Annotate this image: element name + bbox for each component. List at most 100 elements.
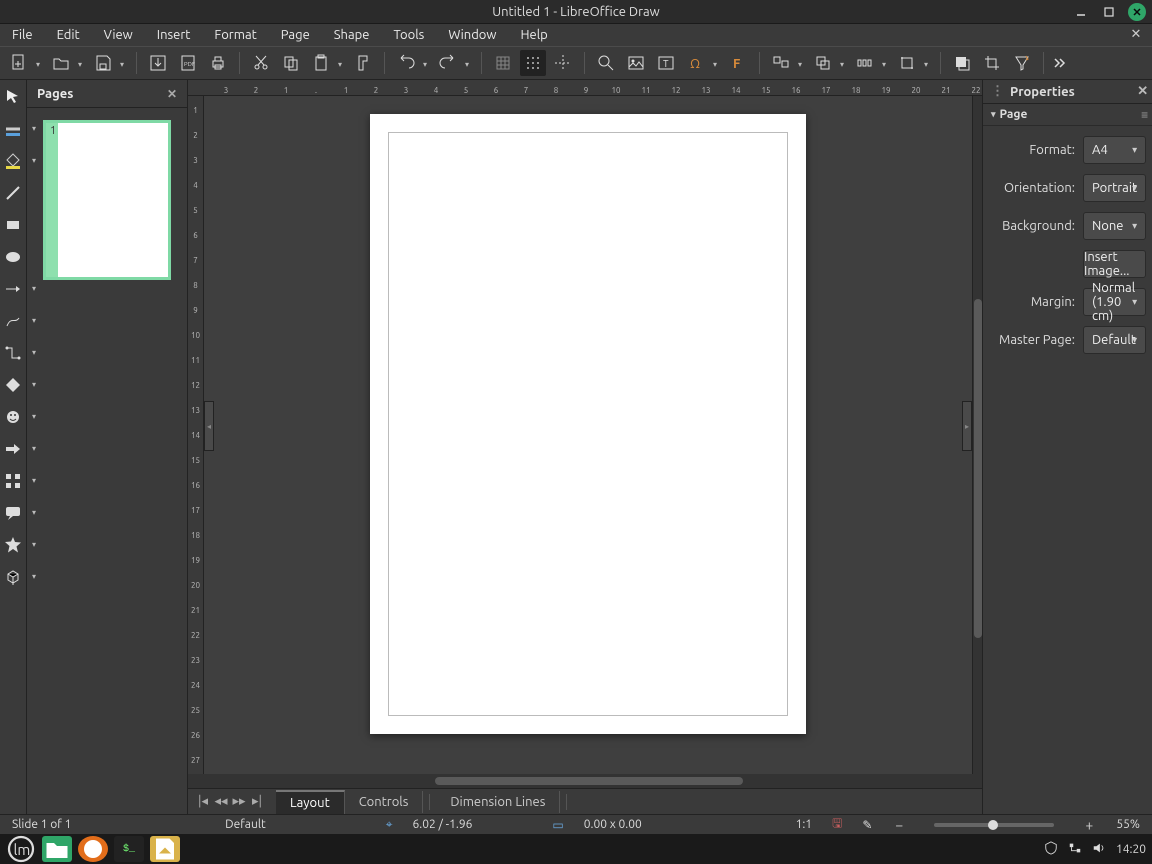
curves-polygons-tool[interactable] xyxy=(0,310,26,332)
horizontal-scrollbar[interactable] xyxy=(204,776,974,786)
zoom-out-button[interactable]: − xyxy=(892,817,906,833)
menu-page[interactable]: Page xyxy=(277,26,314,44)
position-size-button[interactable] xyxy=(894,50,920,76)
volume-icon[interactable] xyxy=(1092,841,1106,858)
vertical-ruler[interactable]: 1234567891011121314151617181920212223242… xyxy=(188,96,204,774)
slide-indicator[interactable]: Slide 1 of 1 xyxy=(12,818,71,831)
block-arrows-tool[interactable] xyxy=(0,438,26,460)
basic-shapes-tool[interactable] xyxy=(0,374,26,396)
snap-to-grid-button[interactable] xyxy=(520,50,546,76)
menu-window[interactable]: Window xyxy=(444,26,500,44)
files-app-button[interactable] xyxy=(42,836,72,862)
zoom-percent[interactable]: 55% xyxy=(1116,818,1140,831)
maximize-button[interactable] xyxy=(1100,3,1118,21)
style-name[interactable]: Default xyxy=(225,818,266,831)
redo-button[interactable] xyxy=(435,50,461,76)
select-tool[interactable] xyxy=(0,86,26,108)
flowchart-tool[interactable] xyxy=(0,470,26,492)
menu-help[interactable]: Help xyxy=(516,26,551,44)
section-menu-icon[interactable]: ≡ xyxy=(1141,108,1148,122)
close-button[interactable] xyxy=(1128,3,1146,21)
horizontal-ruler[interactable]: 321.12345678910111213141516171819202122 xyxy=(188,80,982,96)
menu-view[interactable]: View xyxy=(100,26,137,44)
3d-objects-tool[interactable] xyxy=(0,566,26,588)
network-icon[interactable] xyxy=(1068,841,1082,858)
start-menu-button[interactable]: lm xyxy=(6,836,36,862)
fill-color-tool[interactable] xyxy=(0,150,26,172)
zoom-button[interactable] xyxy=(593,50,619,76)
ellipse-tool[interactable] xyxy=(0,246,26,268)
line-color-tool[interactable] xyxy=(0,118,26,140)
new-button[interactable] xyxy=(6,50,32,76)
canvas[interactable]: ◂ ▸ xyxy=(204,96,972,774)
libreoffice-draw-taskbar[interactable] xyxy=(150,836,180,862)
cut-button[interactable] xyxy=(248,50,274,76)
export-pdf-button[interactable]: PDF xyxy=(175,50,201,76)
zoom-slider-knob[interactable] xyxy=(988,820,998,830)
page-thumbnail-1[interactable]: 1 xyxy=(43,120,171,280)
next-slide-button[interactable]: ▸▸ xyxy=(230,793,248,811)
menu-format[interactable]: Format xyxy=(210,26,260,44)
clone-formatting-button[interactable] xyxy=(350,50,376,76)
terminal-app-button[interactable]: $_ xyxy=(114,836,144,862)
export-button[interactable] xyxy=(145,50,171,76)
distribute-button[interactable] xyxy=(852,50,878,76)
scrollbar-thumb[interactable] xyxy=(974,299,982,638)
copy-button[interactable] xyxy=(278,50,304,76)
helplines-button[interactable] xyxy=(550,50,576,76)
arrange-button[interactable] xyxy=(810,50,836,76)
connectors-tool[interactable] xyxy=(0,342,26,364)
symbol-shapes-tool[interactable] xyxy=(0,406,26,428)
callouts-tool[interactable] xyxy=(0,502,26,524)
document-close-button[interactable]: ✕ xyxy=(1128,26,1144,42)
background-select[interactable]: None xyxy=(1083,212,1146,240)
save-status-icon[interactable]: 🖫 xyxy=(832,814,842,835)
split-handle-right[interactable]: ▸ xyxy=(962,401,972,451)
scale-ratio[interactable]: 1:1 xyxy=(796,818,813,831)
paste-button[interactable] xyxy=(308,50,334,76)
first-slide-button[interactable]: |◂ xyxy=(194,793,212,811)
grid-button[interactable] xyxy=(490,50,516,76)
vertical-scrollbar[interactable] xyxy=(972,96,982,774)
undo-button[interactable] xyxy=(393,50,419,76)
insert-fontwork-button[interactable]: F xyxy=(725,50,751,76)
page-section-header[interactable]: Page ≡ xyxy=(983,104,1152,126)
crop-button[interactable] xyxy=(979,50,1005,76)
insert-image-button[interactable]: Insert Image... xyxy=(1083,250,1146,278)
margin-select[interactable]: Normal (1.90 cm) xyxy=(1083,288,1146,316)
signature-icon[interactable]: ✎ xyxy=(862,818,872,832)
print-button[interactable] xyxy=(205,50,231,76)
page[interactable] xyxy=(370,114,806,734)
zoom-slider[interactable] xyxy=(934,823,1054,827)
clock[interactable]: 14:20 xyxy=(1116,843,1146,856)
shadow-button[interactable] xyxy=(949,50,975,76)
menu-tools[interactable]: Tools xyxy=(389,26,428,44)
minimize-button[interactable] xyxy=(1072,3,1090,21)
tab-dimension-lines[interactable]: Dimension Lines xyxy=(436,791,560,813)
firefox-app-button[interactable] xyxy=(78,836,108,862)
scrollbar-thumb[interactable] xyxy=(435,777,743,785)
menu-insert[interactable]: Insert xyxy=(153,26,195,44)
filter-button[interactable] xyxy=(1009,50,1035,76)
align-objects-button[interactable] xyxy=(768,50,794,76)
pages-panel-close-icon[interactable]: ✕ xyxy=(167,87,177,101)
rectangle-tool[interactable] xyxy=(0,214,26,236)
menu-file[interactable]: File xyxy=(8,26,37,44)
tab-controls[interactable]: Controls xyxy=(345,791,424,813)
prev-slide-button[interactable]: ◂◂ xyxy=(212,793,230,811)
properties-close-icon[interactable]: ✕ xyxy=(1137,84,1148,99)
insert-image-button[interactable] xyxy=(623,50,649,76)
line-tool[interactable] xyxy=(0,182,26,204)
save-button[interactable] xyxy=(90,50,116,76)
last-slide-button[interactable]: ▸| xyxy=(248,793,266,811)
insert-textbox-button[interactable]: T xyxy=(653,50,679,76)
grip-icon[interactable]: ⋮ xyxy=(991,84,1004,99)
menu-shape[interactable]: Shape xyxy=(330,26,374,44)
stars-tool[interactable] xyxy=(0,534,26,556)
tab-layout[interactable]: Layout xyxy=(276,790,345,814)
updates-icon[interactable] xyxy=(1044,841,1058,858)
menu-edit[interactable]: Edit xyxy=(53,26,84,44)
lines-arrows-tool[interactable] xyxy=(0,278,26,300)
zoom-in-button[interactable]: + xyxy=(1082,817,1096,833)
format-select[interactable]: A4 xyxy=(1083,136,1146,164)
